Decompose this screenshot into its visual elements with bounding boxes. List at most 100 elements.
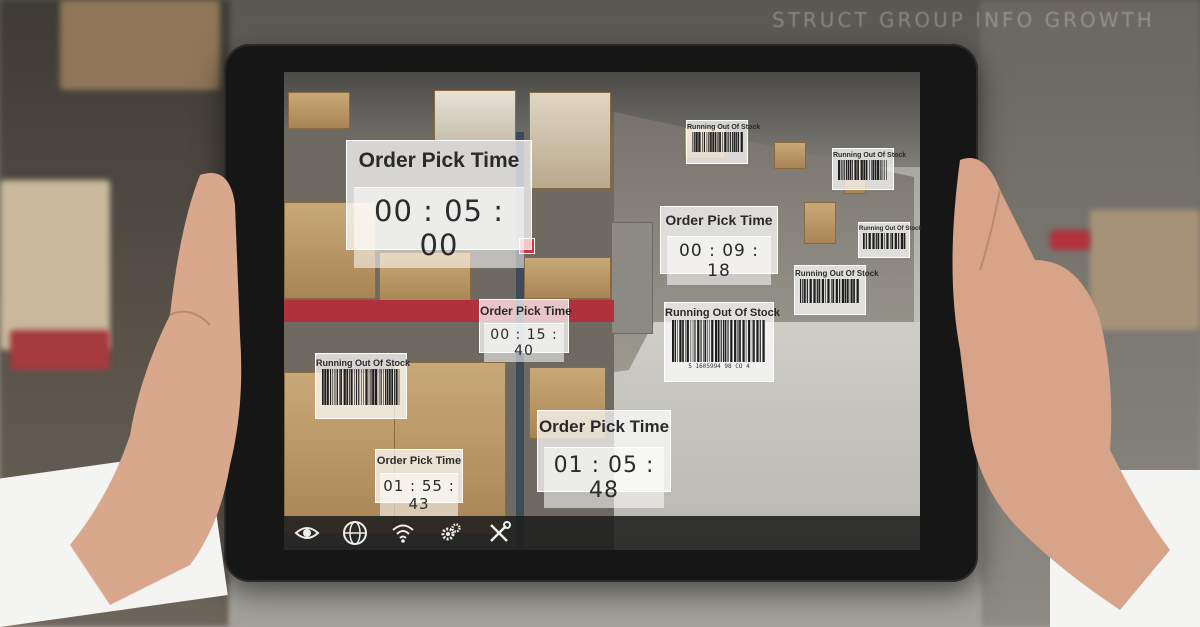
stock-alert-card: Running Out Of Stock	[858, 222, 922, 258]
barcode-bar	[722, 320, 725, 362]
barcode-bar	[891, 233, 894, 249]
barcode-bar	[383, 369, 384, 405]
barcode-bar	[703, 320, 704, 362]
globe-icon[interactable]	[338, 518, 372, 548]
barcode-bar	[372, 369, 375, 405]
barcode-bar	[679, 320, 682, 362]
gears-icon[interactable]	[434, 518, 468, 548]
barcode-bar	[734, 320, 737, 362]
barcode-bar	[827, 279, 830, 303]
barcode-bar	[843, 160, 845, 180]
card-title: Running Out Of Stock	[833, 152, 907, 159]
barcode-bar	[739, 320, 741, 362]
box	[288, 92, 350, 129]
order-pick-time-card: Order Pick Time 00 : 09 : 18	[660, 206, 778, 285]
barcode-bar	[690, 320, 692, 362]
order-pick-time-card: Order Pick Time 00 : 15 : 40	[479, 299, 572, 362]
stock-alert-card: Running Out Of Stock	[832, 148, 907, 190]
barcode-bar	[872, 160, 875, 180]
barcode-bar	[841, 279, 845, 303]
barcode-bar	[698, 132, 701, 152]
barcode-bar	[717, 132, 719, 152]
card-title: Order Pick Time	[480, 304, 572, 318]
barcode-bar	[354, 369, 355, 405]
timer-value: 00 : 09 : 18	[667, 236, 771, 285]
box	[529, 92, 611, 189]
barcode-bar	[349, 369, 351, 405]
barcode-bar	[737, 320, 739, 362]
barcode-bar	[708, 320, 710, 362]
barcode-bar	[363, 369, 364, 405]
barcode-bar	[851, 160, 853, 180]
barcode-bar	[831, 279, 832, 303]
barcode-bar	[900, 233, 904, 249]
barcode-bar	[884, 160, 885, 180]
barcode-bar	[692, 132, 693, 152]
barcode-bar	[847, 160, 850, 180]
card-title: Running Out Of Stock	[687, 124, 761, 131]
tools-icon[interactable]	[482, 518, 516, 548]
barcode-bar	[707, 320, 708, 362]
barcode-bar	[712, 132, 715, 152]
barcode-bar	[762, 320, 765, 362]
barcode-bar	[877, 160, 880, 180]
barcode-bar	[800, 279, 802, 303]
barcode-bar	[871, 160, 872, 180]
card-title: Order Pick Time	[358, 149, 520, 172]
barcode-bar	[756, 320, 759, 362]
barcode-bar	[706, 132, 708, 152]
barcode-bar	[682, 320, 684, 362]
barcode-bar	[702, 132, 703, 152]
barcode-bar	[844, 279, 847, 303]
barcode-bar	[832, 279, 835, 303]
barcode-bar	[856, 279, 859, 303]
eye-icon[interactable]	[290, 518, 324, 548]
barcode-bar	[841, 160, 843, 180]
barcode-bar	[704, 320, 707, 362]
barcode-bar	[715, 320, 718, 362]
barcode-bar	[714, 132, 717, 152]
stock-alert-card: Running Out Of Stock	[315, 353, 410, 419]
barcode-bar	[672, 320, 675, 362]
right-hand	[952, 158, 1170, 610]
card-title: Order Pick Time	[665, 212, 773, 228]
barcode-bar	[884, 233, 885, 249]
barcode-bar	[724, 320, 727, 362]
barcode-bar	[890, 233, 891, 249]
barcode-bar	[389, 369, 391, 405]
barcode-bar	[693, 132, 695, 152]
card-title: Order Pick Time	[376, 455, 462, 467]
barcode-bar	[710, 132, 712, 152]
box	[804, 202, 836, 244]
barcode-bar	[370, 369, 372, 405]
barcode-bar	[865, 233, 867, 249]
barcode	[692, 132, 743, 152]
barcode-bar	[694, 320, 696, 362]
barcode-bar	[865, 160, 868, 180]
card-title: Order Pick Time	[538, 417, 670, 436]
card-title: Running Out Of Stock	[795, 269, 879, 278]
barcode-bar	[719, 132, 721, 152]
barcode	[322, 369, 400, 405]
barcode-bar	[733, 132, 736, 152]
barcode-bar	[863, 160, 866, 180]
barcode-bar	[740, 132, 743, 152]
wifi-icon[interactable]	[386, 518, 420, 548]
barcode-bar	[813, 279, 816, 303]
barcode-bar	[350, 369, 353, 405]
barcode-bar	[720, 320, 722, 362]
ar-toolbar	[284, 516, 920, 550]
barcode-bar	[821, 279, 825, 303]
barcode-bar	[886, 160, 887, 180]
barcode-bar	[846, 279, 849, 303]
barcode-bar	[849, 160, 852, 180]
barcode-bar	[329, 369, 332, 405]
barcode-bar	[385, 369, 387, 405]
barcode-bar	[742, 320, 745, 362]
barcode-bar	[368, 369, 370, 405]
barcode-bar	[868, 233, 871, 249]
barcode-bar	[703, 132, 705, 152]
barcode-bar	[874, 160, 877, 180]
barcode-bar	[708, 132, 710, 152]
barcode-bar	[355, 369, 358, 405]
